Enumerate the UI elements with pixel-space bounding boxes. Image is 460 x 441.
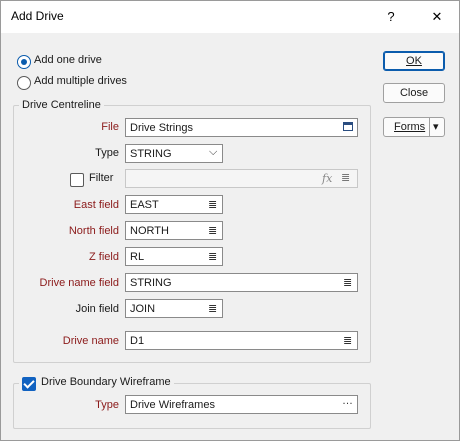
close-button[interactable]: Close	[383, 83, 445, 103]
expression-icon[interactable]: fx	[322, 172, 332, 185]
help-button[interactable]: ?	[369, 1, 413, 33]
east-field-input[interactable]: EAST ≣	[125, 195, 223, 214]
type-select[interactable]: STRING ⌵	[125, 144, 223, 163]
north-field-value: NORTH	[130, 225, 169, 237]
drive-name-input[interactable]: D1 ≣	[125, 331, 358, 350]
add-multiple-drives-radio[interactable]	[17, 76, 31, 90]
type-label: Type	[95, 147, 119, 159]
join-field-label: Join field	[75, 303, 119, 315]
join-field-input[interactable]: JOIN ≣	[125, 299, 223, 318]
forms-divider	[429, 118, 430, 136]
list-icon[interactable]: ≣	[208, 198, 217, 211]
list-icon[interactable]: ≣	[343, 334, 352, 347]
drive-name-field-label: Drive name field	[39, 277, 119, 289]
filter-label: Filter	[89, 172, 114, 184]
z-field-value: RL	[130, 251, 145, 263]
east-field-value: EAST	[130, 199, 159, 211]
boundary-type-label: Type	[95, 399, 119, 411]
filter-checkbox[interactable]	[70, 173, 84, 187]
ok-label: OK	[406, 55, 422, 67]
window-title: Add Drive	[11, 9, 64, 23]
list-icon[interactable]: ≣	[208, 250, 217, 263]
chevron-down-icon[interactable]: ▾	[433, 118, 439, 136]
drive-centreline-title: Drive Centreline	[19, 99, 104, 111]
north-field-input[interactable]: NORTH ≣	[125, 221, 223, 240]
drive-name-label: Drive name	[62, 335, 119, 347]
north-field-label: North field	[68, 225, 119, 237]
title-bar: Add Drive ? ✕	[1, 1, 459, 33]
list-icon[interactable]: ≣	[343, 276, 352, 289]
drive-name-field-input[interactable]: STRING ≣	[125, 273, 358, 292]
join-field-value: JOIN	[130, 303, 156, 315]
list-icon[interactable]: ≣	[208, 302, 217, 315]
z-field-label: Z field	[89, 251, 119, 263]
browse-icon[interactable]: …	[342, 395, 353, 407]
forms-label: Forms	[394, 121, 426, 133]
boundary-type-input[interactable]: Drive Wireframes …	[125, 395, 358, 414]
file-label: File	[101, 121, 119, 133]
add-one-drive-label: Add one drive	[34, 54, 102, 66]
drive-boundary-checkbox[interactable]	[22, 377, 36, 391]
drive-boundary-title: Drive Boundary Wireframe	[19, 376, 174, 388]
browse-icon[interactable]	[343, 122, 353, 131]
file-value: Drive Strings	[130, 122, 193, 134]
list-icon[interactable]: ≣	[208, 224, 217, 237]
z-field-input[interactable]: RL ≣	[125, 247, 223, 266]
east-field-label: East field	[73, 199, 119, 211]
filter-input[interactable]: fx ≣	[125, 169, 358, 188]
chevron-down-icon[interactable]: ⌵	[209, 146, 217, 159]
forms-button[interactable]: Forms ▾	[383, 117, 445, 137]
list-icon[interactable]: ≣	[341, 171, 350, 184]
close-label: Close	[399, 87, 429, 99]
drive-name-value: D1	[130, 335, 145, 347]
add-one-drive-radio[interactable]	[17, 55, 31, 69]
boundary-type-value: Drive Wireframes	[130, 399, 215, 411]
type-value: STRING	[130, 148, 172, 160]
drive-name-field-value: STRING	[130, 277, 172, 289]
add-drive-dialog: Add Drive ? ✕ Add one drive Add multiple…	[0, 0, 460, 441]
add-multiple-drives-label: Add multiple drives	[34, 75, 127, 87]
file-input[interactable]: Drive Strings	[125, 118, 358, 137]
close-window-button[interactable]: ✕	[415, 1, 459, 33]
ok-button[interactable]: OK	[383, 51, 445, 71]
